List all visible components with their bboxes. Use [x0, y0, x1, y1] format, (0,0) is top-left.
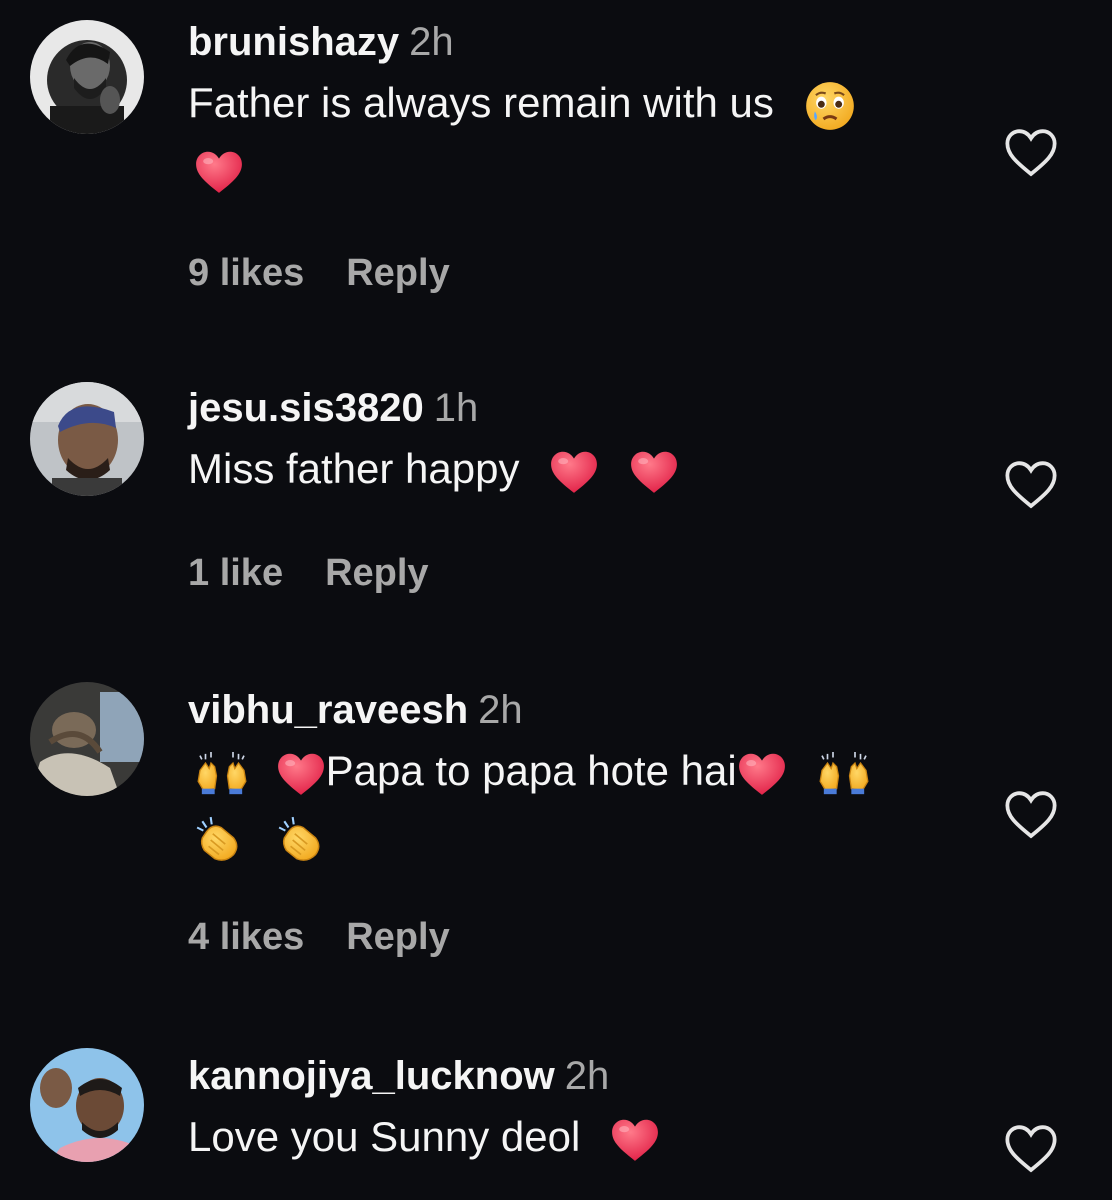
avatar[interactable] — [30, 682, 144, 796]
heart-outline-icon[interactable] — [1002, 126, 1060, 178]
red-heart-icon — [629, 449, 679, 495]
raising-hands-icon — [194, 752, 250, 796]
clapping-hands-icon — [194, 815, 244, 865]
comment-actions: 9 likes Reply — [188, 248, 450, 298]
comment-header: vibhu_raveesh 2h — [188, 682, 992, 738]
username[interactable]: kannojiya_lucknow — [188, 1054, 555, 1098]
comment-text-content: Love you Sunny deol — [188, 1113, 581, 1160]
red-heart-icon — [549, 449, 599, 495]
reply-button[interactable]: Reply — [325, 552, 428, 594]
username[interactable]: brunishazy — [188, 20, 399, 64]
reply-button[interactable]: Reply — [346, 252, 449, 294]
like-count[interactable]: 1 like — [188, 552, 283, 594]
comment-text-line-2 — [188, 136, 992, 202]
heart-outline-icon[interactable] — [1002, 1122, 1060, 1174]
comment-header: kannojiya_lucknow 2h — [188, 1048, 992, 1104]
comment-actions: 4 likes Reply — [188, 912, 450, 962]
comment-header: brunishazy 2h — [188, 14, 992, 70]
raising-hands-icon — [816, 752, 872, 796]
comment-body: kannojiya_lucknow 2h Love you Sunny deol — [188, 1048, 992, 1170]
comment-body: brunishazy 2h Father is always remain wit… — [188, 14, 992, 202]
comment-body: jesu.sis3820 1h Miss father happy — [188, 380, 992, 502]
timestamp: 2h — [564, 1054, 610, 1098]
comment-header: jesu.sis3820 1h — [188, 380, 992, 436]
crying-face-icon — [804, 80, 856, 132]
timestamp: 2h — [478, 688, 523, 732]
comment-text-content: Papa to papa hote hai — [325, 747, 737, 794]
avatar[interactable] — [30, 1048, 144, 1162]
like-count[interactable]: 9 likes — [188, 252, 304, 294]
timestamp: 2h — [409, 20, 454, 64]
comment-text-line-2 — [188, 804, 992, 870]
comment-text-content: Miss father happy — [188, 445, 520, 492]
avatar[interactable] — [30, 20, 144, 134]
reply-button[interactable]: Reply — [346, 916, 449, 958]
comment-text: Miss father happy — [188, 436, 992, 502]
comment-body: vibhu_raveesh 2h Papa to papa hote hai — [188, 682, 992, 870]
heart-outline-icon[interactable] — [1002, 458, 1060, 510]
red-heart-icon — [610, 1117, 660, 1163]
comment-actions: 1 like Reply — [188, 548, 429, 598]
username[interactable]: vibhu_raveesh — [188, 688, 468, 732]
comment-text-content: Father is always remain with us — [188, 79, 774, 126]
comment-text: Love you Sunny deol — [188, 1104, 992, 1170]
clapping-hands-icon — [276, 815, 326, 865]
comment-text: Papa to papa hote hai — [188, 738, 992, 804]
like-count[interactable]: 4 likes — [188, 916, 304, 958]
avatar[interactable] — [30, 382, 144, 496]
timestamp: 1h — [433, 386, 479, 430]
red-heart-icon — [194, 149, 244, 195]
username[interactable]: jesu.sis3820 — [188, 386, 424, 430]
comment-text: Father is always remain with us — [188, 70, 992, 136]
heart-outline-icon[interactable] — [1002, 788, 1060, 840]
red-heart-icon — [276, 751, 326, 797]
red-heart-icon — [737, 751, 787, 797]
